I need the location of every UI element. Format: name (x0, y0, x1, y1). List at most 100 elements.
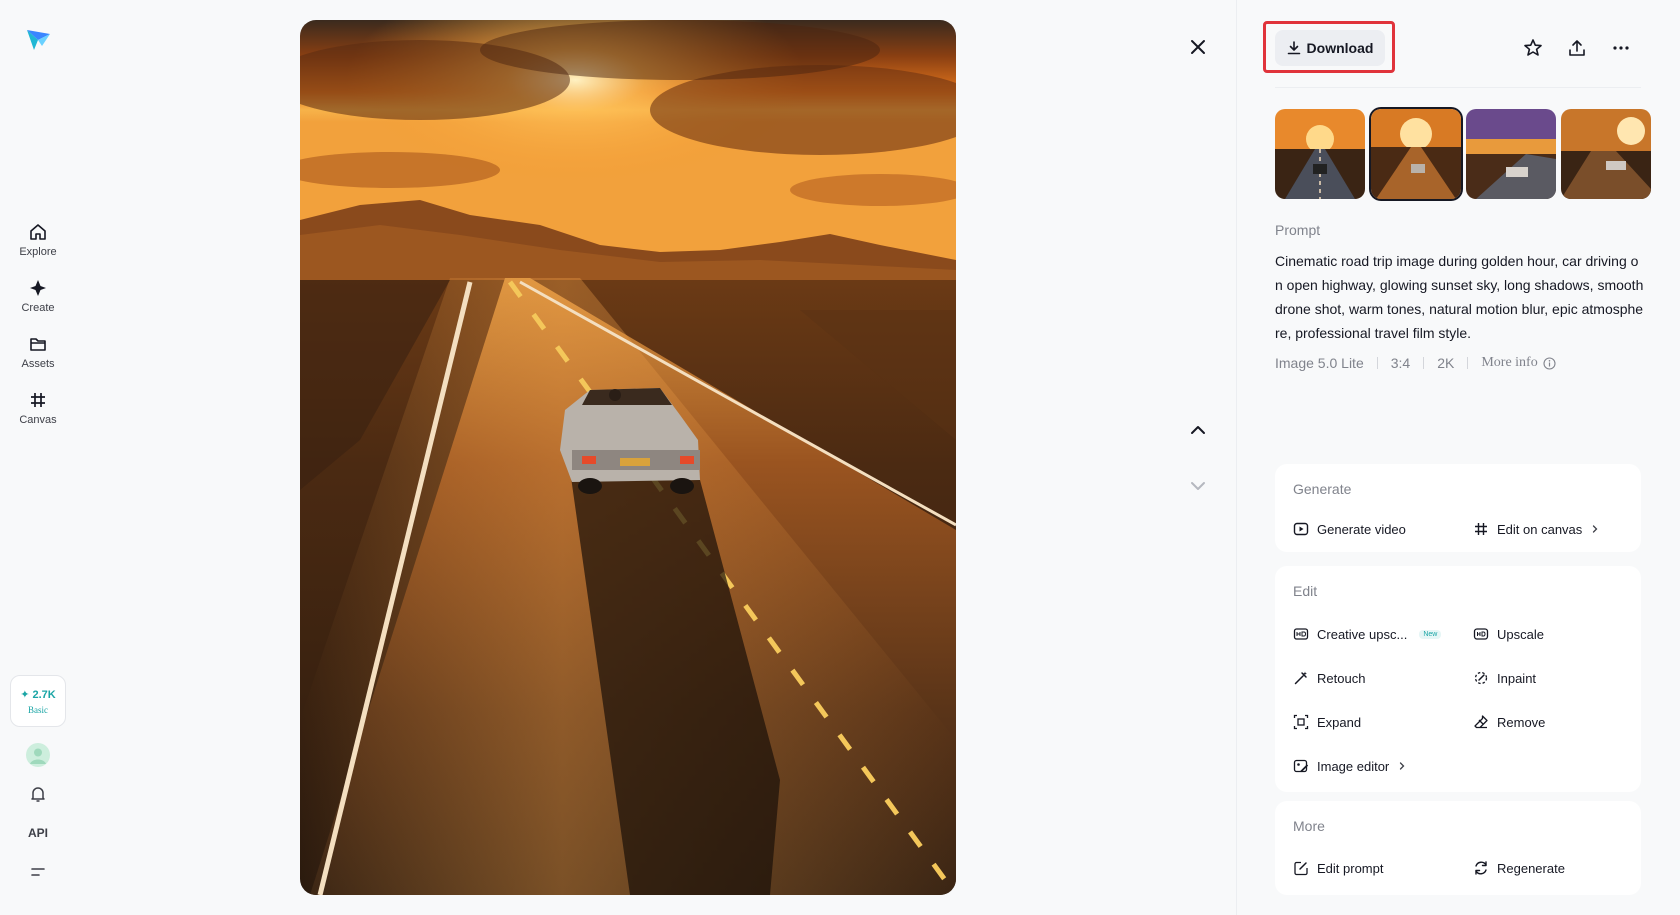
image-edit-icon (1293, 759, 1309, 773)
prompt-text: Cinematic road trip image during golden … (1275, 253, 1644, 341)
more-card: More Edit prompt Regenerate (1275, 801, 1641, 895)
expand-icon (1293, 714, 1309, 730)
expand-label: Expand (1317, 714, 1362, 730)
chevron-up-icon (1191, 426, 1205, 434)
star-icon (1524, 39, 1542, 56)
app-root: Explore Create Assets Canvas ✦ 2.7K Basi… (0, 0, 1680, 915)
more-info-link[interactable]: More info (1481, 355, 1556, 371)
video-icon (1293, 522, 1309, 536)
regenerate-button[interactable]: Regenerate (1473, 858, 1565, 878)
api-link[interactable]: API (24, 819, 52, 847)
retouch-label: Retouch (1317, 670, 1366, 686)
canvas-icon (1475, 523, 1487, 535)
expand-button[interactable]: Expand (1293, 712, 1361, 732)
info-icon (1543, 356, 1556, 370)
edit-prompt-label: Edit prompt (1317, 860, 1384, 876)
app-logo[interactable] (24, 26, 52, 54)
main-image (300, 20, 956, 895)
prompt-title: Prompt (1275, 222, 1321, 238)
chevron-right-icon (1400, 762, 1405, 770)
generate-video-label: Generate video (1317, 521, 1406, 537)
nav-label: Assets (21, 358, 55, 370)
inpaint-brush-icon (1474, 671, 1488, 685)
credits-badge[interactable]: ✦ 2.7K Basic (10, 675, 66, 727)
thumbnail-3[interactable] (1466, 109, 1556, 199)
share-icon (1569, 40, 1585, 56)
next-image-button[interactable] (1182, 470, 1214, 502)
refresh-icon (1475, 861, 1487, 875)
nav-create[interactable]: Create (8, 278, 68, 328)
nav-label: Create (21, 302, 55, 314)
image-meta: Image 5.0 Lite 3:4 2K More info (1275, 355, 1556, 371)
upscale-label: Upscale (1497, 626, 1544, 642)
inpaint-label: Inpaint (1497, 670, 1537, 686)
canvas-icon (31, 393, 45, 407)
hd-icon (1473, 628, 1489, 640)
download-label: Download (1306, 40, 1374, 56)
more-info-label: More info (1481, 355, 1538, 370)
edit-prompt-button[interactable]: Edit prompt (1293, 858, 1383, 878)
regenerate-label: Regenerate (1497, 860, 1565, 876)
generate-video-button[interactable]: Generate video (1293, 519, 1406, 539)
edit-title: Edit (1293, 583, 1318, 599)
image-editor-button[interactable]: Image editor (1293, 756, 1407, 776)
favorite-button[interactable] (1517, 32, 1549, 64)
edit-card: Edit Creative upsc... New Upscale Retouc… (1275, 566, 1641, 792)
share-button[interactable] (1561, 32, 1593, 64)
nav-canvas[interactable]: Canvas (8, 390, 68, 440)
retouch-button[interactable]: Retouch (1293, 668, 1365, 688)
panel-divider (1236, 0, 1237, 915)
chevron-right-icon (1593, 525, 1598, 533)
bell-icon[interactable] (24, 780, 52, 808)
meta-separator (1467, 357, 1469, 369)
magic-wand-icon (1294, 671, 1307, 685)
avatar-icon (26, 743, 50, 767)
nav-label: Explore (19, 246, 57, 258)
upscale-button[interactable]: Upscale (1473, 624, 1544, 644)
sparkle-icon (30, 280, 46, 296)
thumbnail-1[interactable] (1275, 109, 1365, 199)
remove-label: Remove (1497, 714, 1546, 730)
nav-explore[interactable]: Explore (8, 222, 68, 272)
nav-assets[interactable]: Assets (8, 334, 68, 384)
resolution-label: 2K (1437, 355, 1455, 371)
meta-separator (1423, 357, 1425, 369)
creative-upscale-label: Creative upsc... (1317, 626, 1408, 642)
generate-card: Generate Generate video Edit on canvas (1275, 464, 1641, 552)
thumbnail-2[interactable] (1371, 109, 1461, 199)
folder-icon (30, 338, 46, 351)
edit-on-canvas-button[interactable]: Edit on canvas (1473, 519, 1600, 539)
new-badge: New (1419, 629, 1442, 639)
close-icon (1191, 40, 1205, 54)
image-editor-label: Image editor (1317, 758, 1390, 774)
remove-button[interactable]: Remove (1473, 712, 1545, 732)
chevron-down-icon (1191, 482, 1205, 490)
home-icon (30, 224, 46, 240)
plan-label: Basic (28, 704, 48, 715)
header-divider (1275, 87, 1641, 88)
edit-prompt-icon (1294, 861, 1308, 876)
hd-plus-icon (1293, 628, 1309, 640)
more-options-button[interactable] (1605, 32, 1637, 64)
meta-separator (1376, 357, 1378, 369)
api-label: API (27, 826, 48, 840)
inpaint-button[interactable]: Inpaint (1473, 668, 1536, 688)
previous-image-button[interactable] (1182, 414, 1214, 446)
generate-title: Generate (1293, 481, 1352, 497)
eraser-icon (1474, 715, 1488, 729)
nav-label: Canvas (19, 414, 57, 426)
download-icon (1287, 41, 1300, 55)
menu-icon[interactable] (24, 858, 52, 886)
close-button[interactable] (1182, 31, 1214, 63)
avatar[interactable] (24, 741, 52, 769)
model-label: Image 5.0 Lite (1275, 355, 1364, 371)
thumbnail-4[interactable] (1561, 109, 1651, 199)
creative-upscale-button[interactable]: Creative upsc... New (1293, 624, 1442, 644)
more-title: More (1293, 818, 1325, 834)
credits-amount: ✦ 2.7K (20, 688, 56, 701)
ratio-label: 3:4 (1390, 355, 1411, 371)
left-rail: Explore Create Assets Canvas ✦ 2.7K Basi… (0, 0, 76, 915)
edit-on-canvas-label: Edit on canvas (1497, 521, 1583, 537)
download-button[interactable]: Download (1275, 30, 1385, 66)
ellipsis-icon (1613, 46, 1629, 50)
